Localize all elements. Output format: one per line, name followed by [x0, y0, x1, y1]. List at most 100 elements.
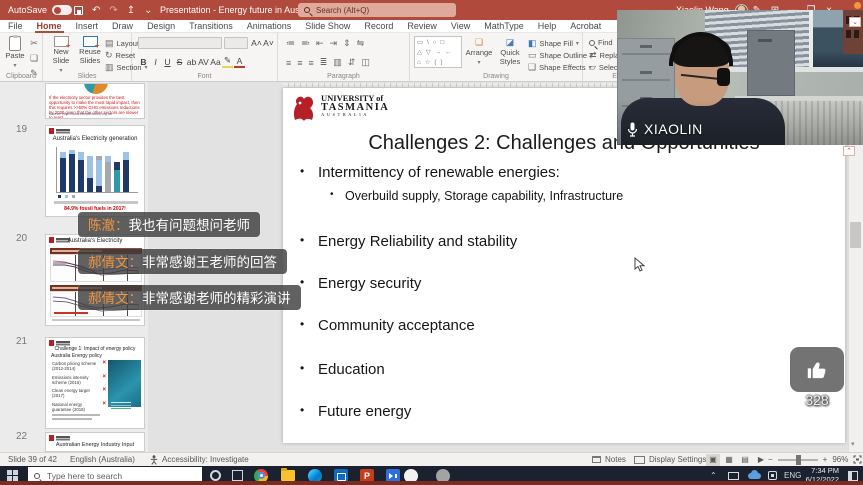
webcam-video[interactable]: XIAOLIN	[617, 10, 863, 145]
align-center-icon[interactable]: ≡	[297, 58, 302, 68]
sub-bullet-overbuild[interactable]: Overbuild supply, Storage capability, In…	[345, 189, 623, 203]
tab-record[interactable]: Record	[364, 21, 393, 31]
taskbar-search-input[interactable]	[45, 470, 175, 482]
tab-draw[interactable]: Draw	[112, 21, 133, 31]
slide-thumbnail-18[interactable]: If the electricity sector provides the b…	[45, 83, 145, 119]
search-input[interactable]	[314, 5, 434, 16]
tab-insert[interactable]: Insert	[76, 21, 99, 31]
font-name-box[interactable]	[138, 37, 222, 49]
tab-slide-show[interactable]: Slide Show	[305, 21, 350, 31]
slide-thumbnail-19[interactable]: Australia's Electricity generation 84.9%…	[45, 125, 145, 217]
select-button[interactable]: ▱ Select	[589, 62, 620, 73]
new-slide-button[interactable]: New Slide▾	[46, 36, 76, 74]
tab-file[interactable]: File	[8, 21, 23, 31]
thumb20-title: Australia's Electricity	[46, 238, 144, 244]
tab-help[interactable]: Help	[538, 21, 557, 31]
bullet-intermittency[interactable]: Intermittency of renewable energies:	[318, 164, 560, 181]
undo-icon[interactable]: ↶	[92, 5, 100, 16]
slide-thumbnail-22[interactable]: Australian Energy Industry Input	[45, 432, 145, 452]
paste-button[interactable]: Paste▾	[2, 36, 28, 69]
smartart-icon[interactable]: ◫	[361, 57, 370, 68]
language-indicator[interactable]: English (Australia)	[70, 453, 135, 466]
scroll-down-icon[interactable]: ▾	[851, 440, 855, 448]
accessibility-checker[interactable]: Accessibility: Investigate	[150, 453, 249, 466]
bullet-community[interactable]: Community acceptance	[318, 317, 475, 334]
character-spacing-icon[interactable]: AV	[198, 57, 209, 67]
strikethrough-button[interactable]: S	[174, 57, 185, 67]
zoom-out-icon[interactable]: −	[768, 455, 773, 464]
slide-thumbnail-21[interactable]: Challenge 1: Impact of energy policy Aus…	[45, 337, 145, 429]
reset-button[interactable]: ↻Reset	[105, 50, 135, 61]
decrease-indent-icon[interactable]: ⇤	[316, 38, 324, 49]
shapes-gallery[interactable]: ▭ \ ○ □△ ▽ → ←⌂ ☆ ( )	[414, 36, 462, 68]
bold-button[interactable]: B	[138, 57, 149, 67]
tab-design[interactable]: Design	[147, 21, 175, 31]
slide-number-indicator[interactable]: Slide 39 of 42	[8, 453, 57, 466]
bullet-reliability[interactable]: Energy Reliability and stability	[318, 233, 517, 250]
decrease-font-icon[interactable]: A˅	[263, 38, 274, 48]
quick-styles-button[interactable]: ◪ Quick Styles	[494, 37, 526, 66]
zoom-slider[interactable]	[778, 459, 818, 461]
arrange-button[interactable]: ❏ Arrange▾	[464, 37, 494, 66]
align-right-icon[interactable]: ≡	[309, 58, 314, 68]
present-icon[interactable]: ↥	[127, 5, 135, 16]
change-case-icon[interactable]: Aa	[210, 57, 221, 67]
columns-icon[interactable]: ▥	[333, 57, 342, 68]
ribbon-search[interactable]	[298, 3, 456, 17]
thumbs-up-button[interactable]	[790, 347, 844, 392]
find-button[interactable]: Find	[589, 38, 613, 47]
zoom-slider-knob[interactable]	[796, 455, 801, 465]
tab-animations[interactable]: Animations	[247, 21, 292, 31]
tab-transitions[interactable]: Transitions	[189, 21, 233, 31]
slideshow-icon[interactable]: ▶	[754, 454, 768, 466]
line-spacing-icon[interactable]: ⇕	[343, 38, 351, 49]
italic-button[interactable]: I	[150, 57, 161, 67]
increase-indent-icon[interactable]: ⇥	[330, 38, 338, 49]
align-left-icon[interactable]: ≡	[286, 58, 291, 68]
display-settings-button[interactable]: Display Settings	[634, 453, 706, 466]
copy-icon[interactable]: ❏	[30, 53, 38, 64]
tab-acrobat[interactable]: Acrobat	[570, 21, 601, 31]
scroll-up-chevron-icon[interactable]: ⌃	[843, 146, 855, 156]
bullets-icon[interactable]: ≔	[286, 38, 295, 49]
fit-to-window-icon[interactable]	[853, 455, 862, 464]
text-shadow-button[interactable]: ab	[186, 57, 197, 67]
tab-mathtype[interactable]: MathType	[484, 21, 524, 31]
save-icon[interactable]	[74, 6, 83, 15]
bullet-security[interactable]: Energy security	[318, 275, 421, 292]
normal-view-icon[interactable]: ▣	[706, 454, 720, 466]
slide-sorter-icon[interactable]: ▦	[722, 454, 736, 466]
bullet-education[interactable]: Education	[318, 361, 385, 378]
utas-mini-logo	[49, 128, 70, 134]
autosave-toggle[interactable]	[52, 5, 72, 15]
cut-icon[interactable]: ✂	[30, 38, 38, 49]
tab-home[interactable]: Home	[37, 21, 62, 31]
underline-button[interactable]: U	[162, 57, 173, 67]
chat-message: 郝倩文：非常感谢王老师的回答	[78, 249, 287, 274]
justify-icon[interactable]: ≣	[320, 57, 328, 68]
tab-view[interactable]: View	[451, 21, 470, 31]
numbering-icon[interactable]: ≕	[301, 38, 310, 49]
qat-more-icon[interactable]: ⌄	[144, 5, 152, 16]
notes-button[interactable]: Notes	[592, 453, 626, 466]
notification-dot	[854, 2, 861, 9]
thumb21-title: Challenge 1: Impact of energy policy	[46, 346, 144, 352]
slide-thumbnail-20[interactable]: Australia's Electricity	[45, 234, 145, 326]
shape-fill-button[interactable]: ◧ Shape Fill▾	[528, 38, 579, 49]
replace-icon: ⇄	[589, 50, 597, 61]
zoom-in-icon[interactable]: +	[823, 455, 828, 464]
align-text-icon[interactable]: ⇵	[348, 57, 356, 68]
scrollbar-thumb[interactable]	[850, 222, 861, 248]
zoom-level[interactable]: 96%	[832, 455, 848, 464]
chevron-up-icon: ⌃	[710, 471, 717, 480]
reading-view-icon[interactable]: ▤	[738, 454, 752, 466]
bullet-future[interactable]: Future energy	[318, 403, 411, 420]
increase-font-icon[interactable]: A˄	[251, 38, 262, 48]
reuse-slides-button[interactable]: Reuse Slides	[75, 36, 105, 65]
collapse-chevron-icon[interactable]: ⌄	[849, 17, 861, 27]
text-direction-icon[interactable]: ⇋	[357, 38, 365, 49]
tab-review[interactable]: Review	[407, 21, 437, 31]
highlight-color-icon[interactable]: ✎	[222, 55, 233, 68]
font-size-box[interactable]	[224, 37, 248, 49]
font-color-icon[interactable]: A	[234, 56, 245, 68]
